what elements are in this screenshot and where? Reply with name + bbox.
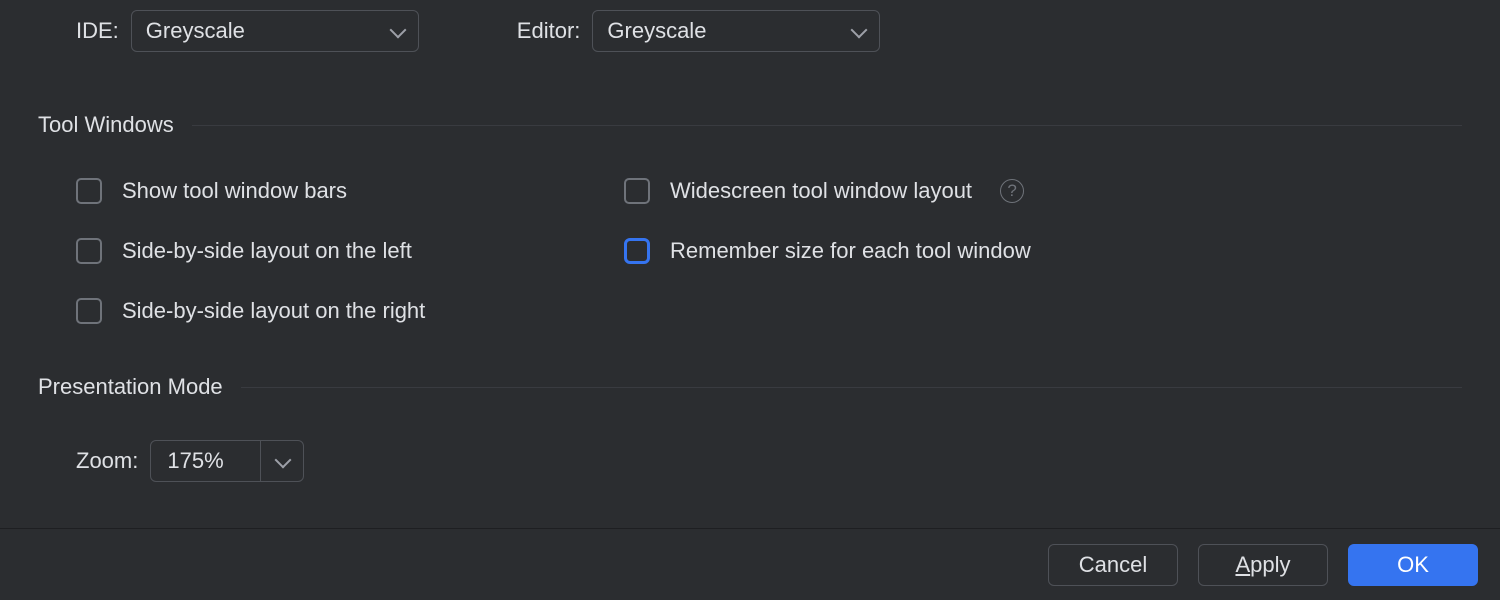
zoom-dropdown-button[interactable] xyxy=(261,441,303,481)
widescreen-layout-checkbox[interactable] xyxy=(624,178,650,204)
side-by-side-left-row[interactable]: Side-by-side layout on the left xyxy=(76,238,624,264)
remember-size-checkbox[interactable] xyxy=(624,238,650,264)
side-by-side-right-checkbox[interactable] xyxy=(76,298,102,324)
ide-theme-label: IDE: xyxy=(76,18,119,44)
theme-selectors-row: IDE: Greyscale Editor: Greyscale xyxy=(38,10,1462,52)
remember-size-label: Remember size for each tool window xyxy=(670,238,1031,264)
section-divider xyxy=(241,387,1462,388)
tool-windows-checkboxes: Show tool window bars Side-by-side layou… xyxy=(76,178,1462,324)
editor-theme-value: Greyscale xyxy=(607,18,706,44)
zoom-value[interactable]: 175% xyxy=(151,441,261,481)
widescreen-layout-row[interactable]: Widescreen tool window layout ? xyxy=(624,178,1031,204)
tool-windows-title-text: Tool Windows xyxy=(38,112,174,138)
side-by-side-left-label: Side-by-side layout on the left xyxy=(122,238,412,264)
apply-button-label: Apply xyxy=(1235,552,1290,578)
ide-theme-dropdown[interactable]: Greyscale xyxy=(131,10,419,52)
side-by-side-left-checkbox[interactable] xyxy=(76,238,102,264)
presentation-mode-section-title: Presentation Mode xyxy=(38,374,1462,400)
chevron-down-icon xyxy=(851,24,865,38)
section-divider xyxy=(192,125,1462,126)
help-icon[interactable]: ? xyxy=(1000,179,1024,203)
chevron-down-icon xyxy=(275,454,289,468)
side-by-side-right-row[interactable]: Side-by-side layout on the right xyxy=(76,298,624,324)
ok-button[interactable]: OK xyxy=(1348,544,1478,586)
editor-theme-label: Editor: xyxy=(517,18,581,44)
zoom-combobox[interactable]: 175% xyxy=(150,440,304,482)
dialog-footer: Cancel Apply OK xyxy=(0,528,1500,600)
apply-button[interactable]: Apply xyxy=(1198,544,1328,586)
editor-theme-field: Editor: Greyscale xyxy=(517,10,881,52)
show-tool-window-bars-label: Show tool window bars xyxy=(122,178,347,204)
cancel-button-label: Cancel xyxy=(1079,552,1147,578)
ok-button-label: OK xyxy=(1397,552,1429,578)
show-tool-window-bars-checkbox[interactable] xyxy=(76,178,102,204)
cancel-button[interactable]: Cancel xyxy=(1048,544,1178,586)
ide-theme-field: IDE: Greyscale xyxy=(76,10,419,52)
checkbox-column-right: Widescreen tool window layout ? Remember… xyxy=(624,178,1031,324)
ide-theme-value: Greyscale xyxy=(146,18,245,44)
zoom-label: Zoom: xyxy=(76,448,138,474)
editor-theme-dropdown[interactable]: Greyscale xyxy=(592,10,880,52)
presentation-mode-title-text: Presentation Mode xyxy=(38,374,223,400)
tool-windows-section-title: Tool Windows xyxy=(38,112,1462,138)
show-tool-window-bars-row[interactable]: Show tool window bars xyxy=(76,178,624,204)
checkbox-column-left: Show tool window bars Side-by-side layou… xyxy=(76,178,624,324)
chevron-down-icon xyxy=(390,24,404,38)
widescreen-layout-label: Widescreen tool window layout xyxy=(670,178,972,204)
zoom-row: Zoom: 175% xyxy=(76,440,1462,482)
remember-size-row[interactable]: Remember size for each tool window xyxy=(624,238,1031,264)
side-by-side-right-label: Side-by-side layout on the right xyxy=(122,298,425,324)
